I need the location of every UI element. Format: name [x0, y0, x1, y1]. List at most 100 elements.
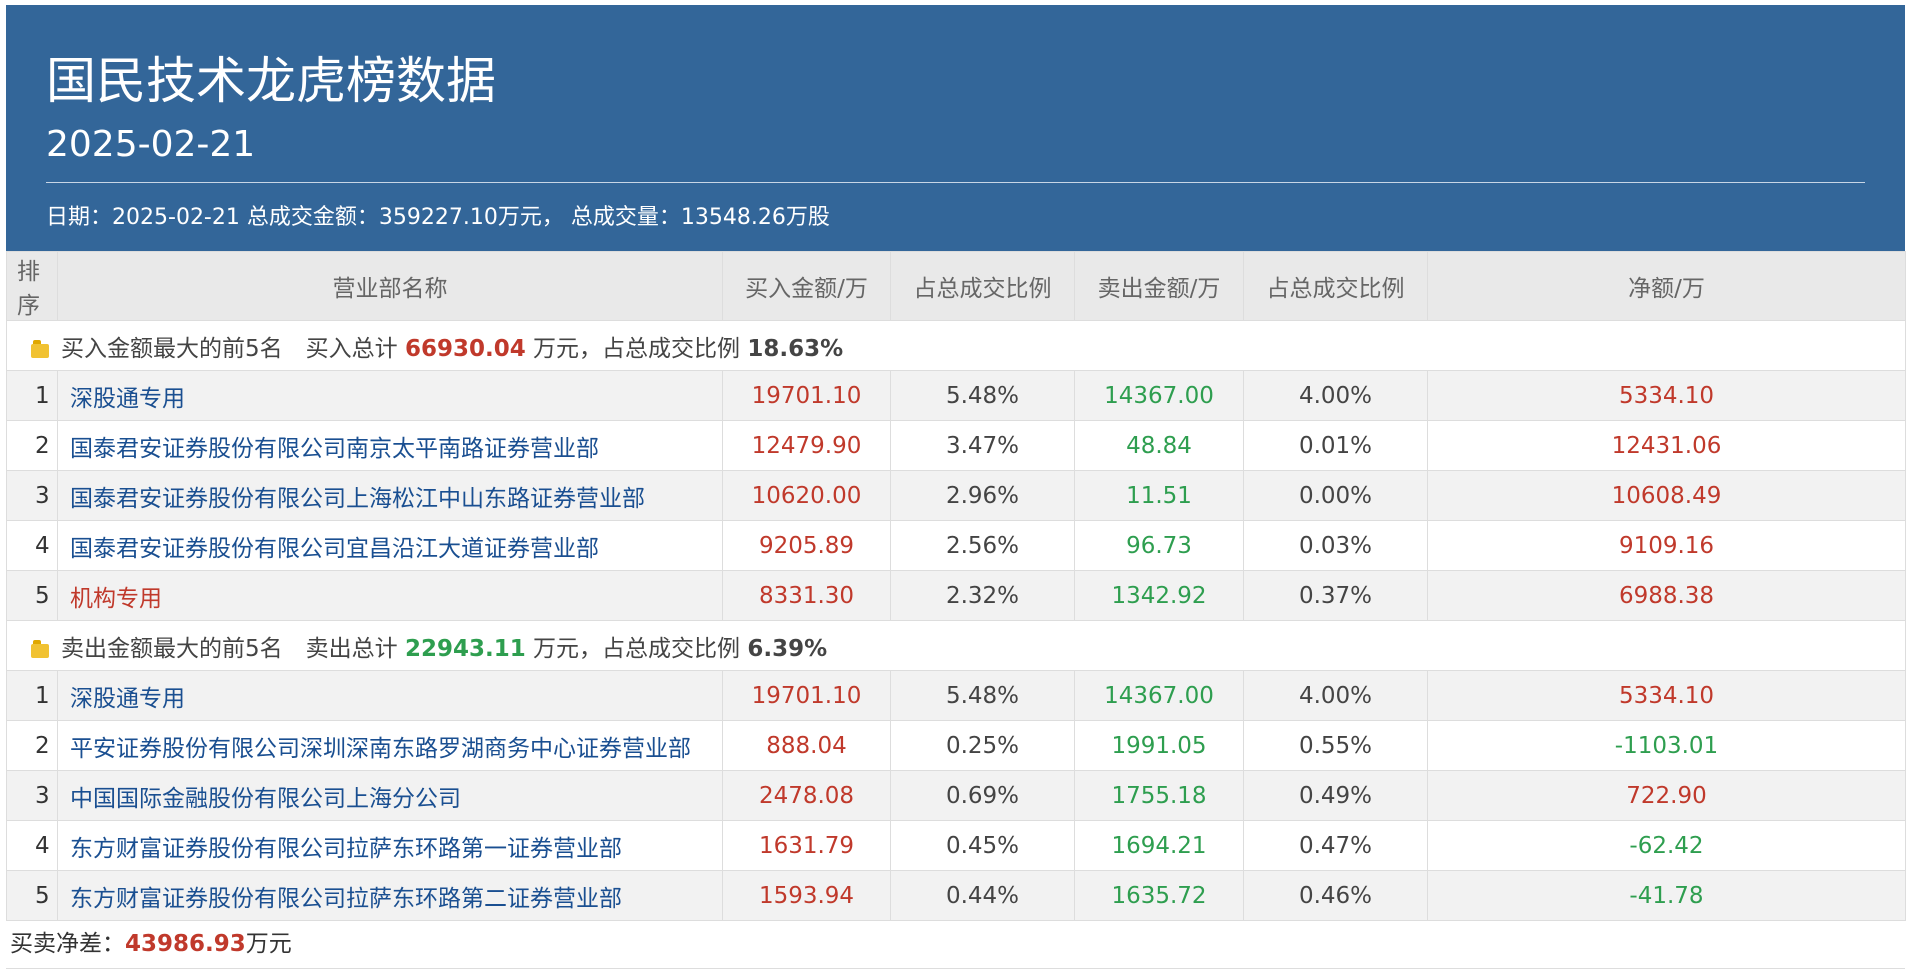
summary-amount-label: 总成交金额：: [239, 205, 379, 230]
sell-amount: 14367.00: [1074, 370, 1244, 421]
net-amount: 12431.06: [1427, 420, 1906, 471]
summary-volume-value: 13548.26万股: [680, 205, 830, 230]
sell-amount: 11.51: [1074, 470, 1244, 521]
net-difference-label: 买卖净差：: [10, 931, 125, 957]
branch-name-link[interactable]: 深股通专用: [57, 670, 723, 721]
buy-ratio: 3.47%: [890, 420, 1075, 471]
page-date: 2025-02-21: [46, 124, 256, 165]
buy-amount: 9205.89: [722, 520, 891, 571]
header-divider: [46, 182, 1865, 183]
net-difference: 买卖净差：43986.93万元: [6, 921, 1905, 969]
branch-name-link[interactable]: 国泰君安证券股份有限公司南京太平南路证券营业部: [57, 420, 723, 471]
sell-amount: 1342.92: [1074, 570, 1244, 621]
sell-amount: 48.84: [1074, 420, 1244, 471]
col-header-buy-ratio: 占总成交比例: [890, 251, 1075, 321]
sell-amount: 96.73: [1074, 520, 1244, 571]
row-rank: 1: [6, 670, 58, 721]
col-header-rank: 排序: [6, 251, 58, 321]
buy-amount: 19701.10: [722, 370, 891, 421]
net-amount: 6988.38: [1427, 570, 1906, 621]
sell-ratio: 0.47%: [1243, 820, 1428, 871]
sell-ratio: 0.37%: [1243, 570, 1428, 621]
summary-volume-label: 总成交量：: [563, 205, 681, 230]
buy-amount: 1593.94: [722, 870, 891, 921]
buy-ratio: 0.45%: [890, 820, 1075, 871]
buy-amount: 8331.30: [722, 570, 891, 621]
branch-name-link[interactable]: 国泰君安证券股份有限公司宜昌沿江大道证券营业部: [57, 520, 723, 571]
dragon-tiger-table: 排序 营业部名称 买入金额/万 占总成交比例 卖出金额/万 占总成交比例 净额/…: [6, 251, 1906, 921]
buy-amount: 888.04: [722, 720, 891, 771]
col-header-name: 营业部名称: [57, 251, 723, 321]
section-ratio-value: 6.39%: [747, 635, 828, 662]
row-rank: 2: [6, 420, 58, 471]
row-rank: 1: [6, 370, 58, 421]
row-rank: 3: [6, 470, 58, 521]
row-rank: 3: [6, 770, 58, 821]
table-row: 4 东方财富证券股份有限公司拉萨东环路第一证券营业部 1631.79 0.45% 169…: [6, 820, 1906, 871]
buy-ratio: 5.48%: [890, 670, 1075, 721]
table-header-row: 排序 营业部名称 买入金额/万 占总成交比例 卖出金额/万 占总成交比例 净额/…: [6, 251, 1906, 321]
table-row: 5 东方财富证券股份有限公司拉萨东环路第二证券营业部 1593.94 0.44% 163…: [6, 870, 1906, 921]
section-total-value: 66930.04: [404, 335, 526, 362]
table-row: 1 深股通专用 19701.10 5.48% 14367.00 4.00% 5334.10: [6, 370, 1906, 421]
section-label: 买入金额最大的前5名: [61, 335, 283, 362]
net-amount: 722.90: [1427, 770, 1906, 821]
buy-section-header: 买入金额最大的前5名 买入总计 66930.04 万元，占总成交比例 18.63…: [6, 320, 1906, 371]
net-amount: 10608.49: [1427, 470, 1906, 521]
sell-ratio: 0.00%: [1243, 470, 1428, 521]
branch-name-link[interactable]: 东方财富证券股份有限公司拉萨东环路第二证券营业部: [57, 870, 723, 921]
table-row: 2 平安证券股份有限公司深圳深南东路罗湖商务中心证券营业部 888.04 0.25% 1…: [6, 720, 1906, 771]
branch-name-link[interactable]: 深股通专用: [57, 370, 723, 421]
sell-ratio: 0.55%: [1243, 720, 1428, 771]
branch-name-link[interactable]: 东方财富证券股份有限公司拉萨东环路第一证券营业部: [57, 820, 723, 871]
row-rank: 4: [6, 820, 58, 871]
buy-ratio: 2.96%: [890, 470, 1075, 521]
table-row: 2 国泰君安证券股份有限公司南京太平南路证券营业部 12479.90 3.47% 48.…: [6, 420, 1906, 471]
branch-name-link[interactable]: 中国国际金融股份有限公司上海分公司: [57, 770, 723, 821]
buy-ratio: 0.25%: [890, 720, 1075, 771]
buy-ratio: 2.56%: [890, 520, 1075, 571]
table-row: 1 深股通专用 19701.10 5.48% 14367.00 4.00% 5334.10: [6, 670, 1906, 721]
page-title: 国民技术龙虎榜数据: [46, 52, 496, 110]
row-rank: 4: [6, 520, 58, 571]
sell-ratio: 4.00%: [1243, 670, 1428, 721]
col-header-sell: 卖出金额/万: [1074, 251, 1244, 321]
net-amount: 5334.10: [1427, 670, 1906, 721]
branch-name-link[interactable]: 国泰君安证券股份有限公司上海松江中山东路证券营业部: [57, 470, 723, 521]
section-total-label: 买入总计: [305, 335, 398, 362]
sell-amount: 1635.72: [1074, 870, 1244, 921]
buy-ratio: 2.32%: [890, 570, 1075, 621]
section-ratio-label: 万元，占总成交比例: [533, 335, 741, 362]
row-rank: 5: [6, 570, 58, 621]
col-header-sell-ratio: 占总成交比例: [1243, 251, 1428, 321]
buy-amount: 12479.90: [722, 420, 891, 471]
net-amount: -1103.01: [1427, 720, 1906, 771]
branch-name-link[interactable]: 机构专用: [57, 570, 723, 621]
section-label: 卖出金额最大的前5名: [61, 635, 283, 662]
buy-ratio: 5.48%: [890, 370, 1075, 421]
row-rank: 2: [6, 720, 58, 771]
net-amount: 5334.10: [1427, 370, 1906, 421]
row-rank: 5: [6, 870, 58, 921]
buy-amount: 1631.79: [722, 820, 891, 871]
buy-ratio: 0.44%: [890, 870, 1075, 921]
folder-icon: [31, 339, 49, 358]
summary-date-label: 日期：: [46, 205, 113, 230]
table-row: 5 机构专用 8331.30 2.32% 1342.92 0.37% 6988.38: [6, 570, 1906, 621]
branch-name-link[interactable]: 平安证券股份有限公司深圳深南东路罗湖商务中心证券营业部: [57, 720, 723, 771]
sell-ratio: 0.03%: [1243, 520, 1428, 571]
net-amount: -62.42: [1427, 820, 1906, 871]
buy-amount: 10620.00: [722, 470, 891, 521]
section-ratio-label: 万元，占总成交比例: [533, 635, 741, 662]
table-row: 3 中国国际金融股份有限公司上海分公司 2478.08 0.69% 1755.18 0.4…: [6, 770, 1906, 821]
col-header-buy: 买入金额/万: [722, 251, 891, 321]
sell-amount: 14367.00: [1074, 670, 1244, 721]
trade-summary: 日期：2025-02-21 总成交金额：359227.10万元， 总成交量：13…: [46, 201, 830, 235]
net-amount: 9109.16: [1427, 520, 1906, 571]
section-ratio-value: 18.63%: [747, 335, 844, 362]
net-difference-value: 43986.93: [125, 931, 246, 957]
sell-ratio: 0.49%: [1243, 770, 1428, 821]
sell-ratio: 0.01%: [1243, 420, 1428, 471]
buy-amount: 19701.10: [722, 670, 891, 721]
table-row: 4 国泰君安证券股份有限公司宜昌沿江大道证券营业部 9205.89 2.56% 96.7…: [6, 520, 1906, 571]
